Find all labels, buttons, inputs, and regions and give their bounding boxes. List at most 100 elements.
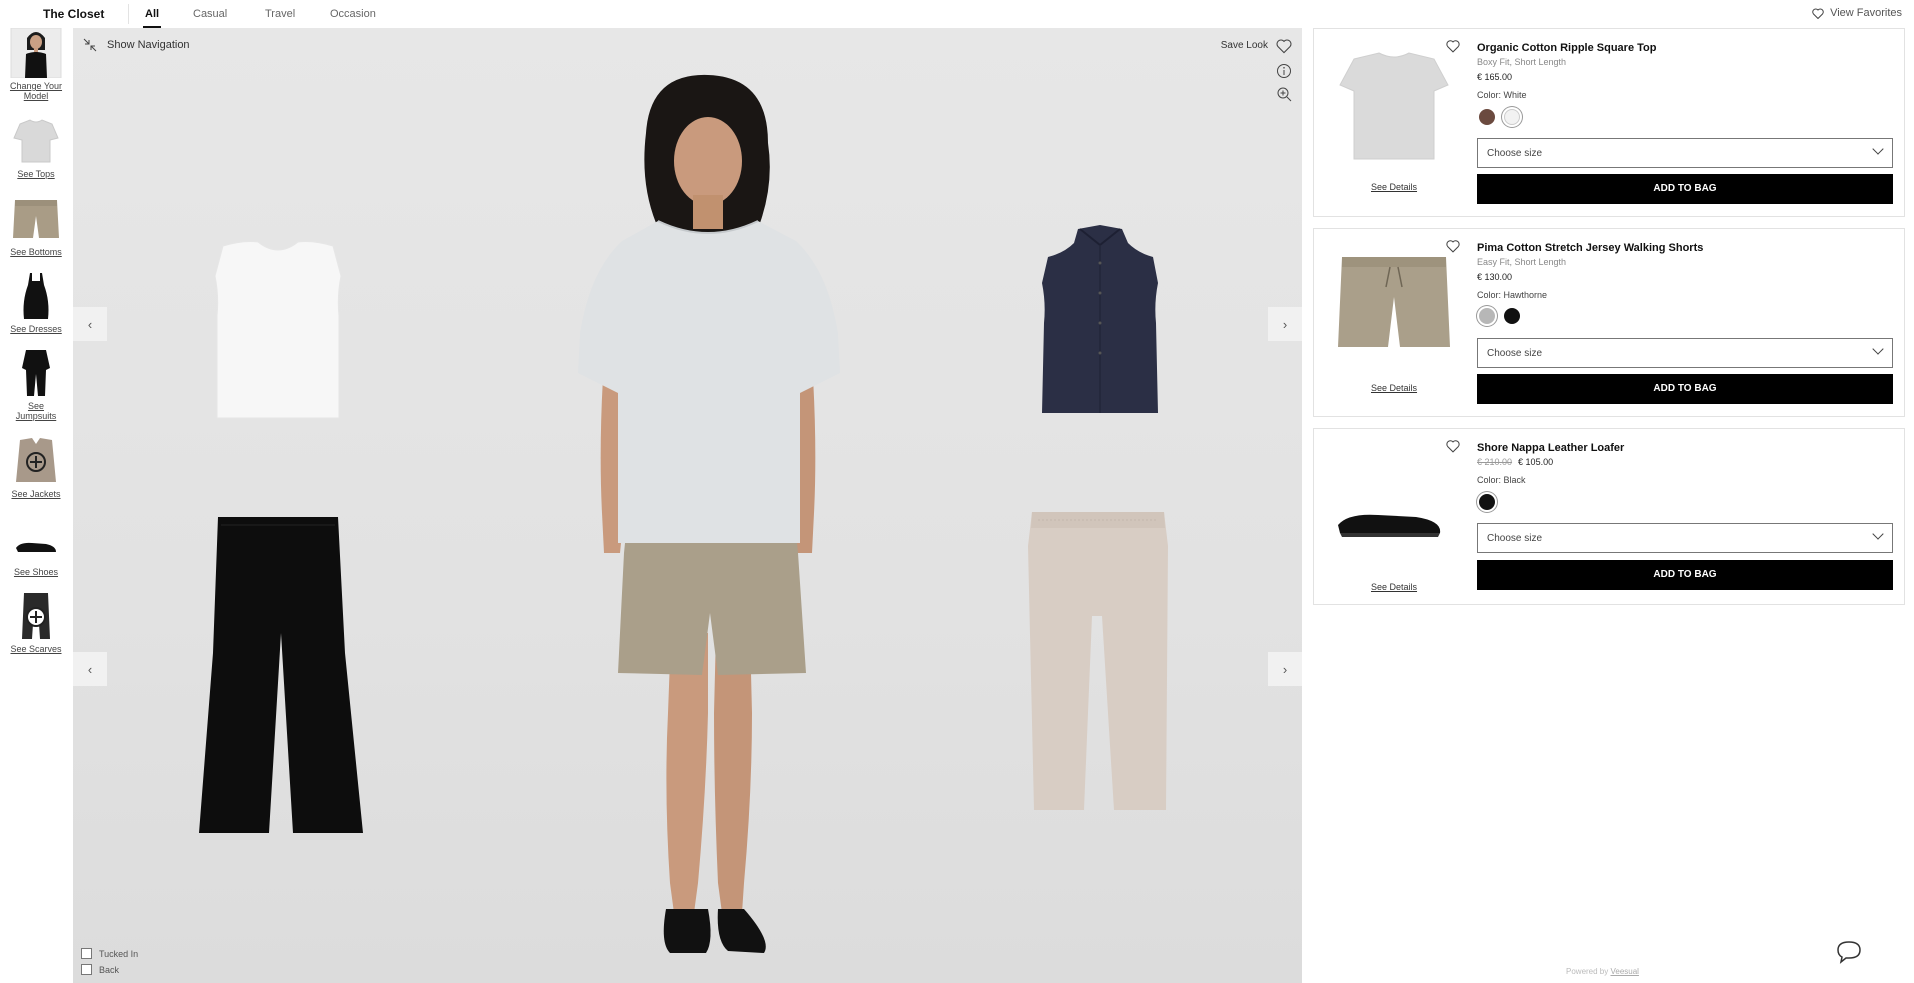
product-card: See Details Shore Nappa Leather Loafer €…	[1313, 428, 1905, 605]
sidebar-label-dresses: See Dresses	[10, 324, 62, 334]
size-select-value: Choose size	[1487, 533, 1543, 544]
shoe-thumbnail-icon	[10, 514, 62, 564]
bottoms-next-arrow[interactable]: ›	[1268, 652, 1302, 686]
heart-icon	[1812, 8, 1824, 19]
add-to-bag-button[interactable]: ADD TO BAG	[1477, 374, 1893, 404]
sidebar-item-dresses[interactable]: See Dresses	[0, 271, 72, 334]
zoom-in-icon[interactable]	[1276, 86, 1292, 102]
add-to-bag-button[interactable]: ADD TO BAG	[1477, 560, 1893, 590]
color-swatch-white[interactable]	[1504, 109, 1520, 125]
sidebar-label-tops: See Tops	[17, 169, 55, 179]
size-select[interactable]: Choose size	[1477, 338, 1893, 368]
powered-by-brand-link[interactable]: Veesual	[1610, 967, 1638, 976]
alt-black-wide-pants[interactable]	[193, 513, 368, 838]
chat-bubble-icon[interactable]	[1836, 940, 1862, 964]
size-select-value: Choose size	[1487, 148, 1543, 159]
product-sale-price: € 105.00	[1518, 457, 1554, 467]
shorts-thumbnail-icon	[10, 194, 62, 244]
product-price-block: € 210.00 € 105.00	[1477, 457, 1553, 467]
tucked-in-option[interactable]: Tucked In	[81, 948, 138, 959]
chevron-down-icon	[1872, 343, 1884, 355]
dress-thumbnail-icon	[10, 271, 62, 321]
color-swatch-black[interactable]	[1504, 308, 1520, 324]
alt-white-tank-top[interactable]	[203, 236, 353, 426]
model-figure	[578, 74, 840, 953]
product-name: Shore Nappa Leather Loafer	[1477, 442, 1625, 454]
sidebar-item-change-model[interactable]: Change Your Model	[0, 27, 72, 101]
sidebar-item-jackets[interactable]: See Jackets	[0, 436, 72, 499]
product-name: Pima Cotton Stretch Jersey Walking Short…	[1477, 242, 1704, 254]
back-option[interactable]: Back	[81, 964, 119, 975]
chevron-down-icon	[1872, 143, 1884, 155]
jacket-thumbnail-icon	[10, 436, 62, 486]
product-original-price: € 210.00	[1477, 457, 1513, 467]
sidebar-item-bottoms[interactable]: See Bottoms	[0, 194, 72, 257]
chevron-down-icon	[1872, 528, 1884, 540]
alt-navy-sleeveless-shirt[interactable]	[1028, 223, 1173, 418]
sidebar-label-jackets: See Jackets	[11, 489, 61, 499]
sidebar-item-shoes[interactable]: See Shoes	[0, 514, 72, 577]
product-image-top[interactable]	[1334, 47, 1454, 167]
product-fit: Easy Fit, Short Length	[1477, 257, 1567, 267]
favorite-heart-icon[interactable]	[1446, 239, 1460, 253]
size-select[interactable]: Choose size	[1477, 523, 1893, 553]
color-swatch-brown[interactable]	[1479, 109, 1495, 125]
tab-travel[interactable]: Travel	[265, 8, 295, 20]
tops-prev-arrow[interactable]: ‹	[73, 307, 107, 341]
brand-divider	[128, 4, 129, 24]
product-price: € 165.00	[1477, 72, 1513, 82]
sidebar-item-tops[interactable]: See Tops	[0, 116, 72, 179]
model-thumbnail-icon	[10, 27, 62, 79]
save-heart-icon[interactable]	[1276, 38, 1292, 54]
view-favorites-link[interactable]: View Favorites	[1812, 7, 1902, 19]
back-checkbox[interactable]	[81, 964, 92, 975]
save-look-button[interactable]: Save Look	[1221, 40, 1268, 51]
tab-casual[interactable]: Casual	[193, 8, 227, 20]
favorite-heart-icon[interactable]	[1446, 439, 1460, 453]
size-select[interactable]: Choose size	[1477, 138, 1893, 168]
sidebar-label-change-model: Change Your Model	[9, 81, 63, 101]
favorite-heart-icon[interactable]	[1446, 39, 1460, 53]
product-price: € 130.00	[1477, 272, 1513, 282]
show-navigation-label: Show Navigation	[107, 39, 190, 51]
add-to-bag-button[interactable]: ADD TO BAG	[1477, 174, 1893, 204]
alt-beige-pants[interactable]	[1018, 506, 1178, 816]
product-image-shorts[interactable]	[1334, 247, 1454, 367]
tab-occasion[interactable]: Occasion	[330, 8, 376, 20]
tops-next-arrow[interactable]: ›	[1268, 307, 1302, 341]
powered-by-prefix: Powered by	[1566, 967, 1609, 976]
product-name: Organic Cotton Ripple Square Top	[1477, 42, 1657, 54]
brand-title: The Closet	[43, 7, 105, 21]
show-navigation-toggle[interactable]: Show Navigation	[83, 38, 190, 52]
tucked-in-label: Tucked In	[99, 948, 139, 959]
top-bar: The Closet All Casual Travel Occasion Vi…	[0, 0, 1914, 28]
sidebar-item-jumpsuits[interactable]: See Jumpsuits	[0, 348, 72, 421]
see-details-link[interactable]: See Details	[1371, 182, 1417, 192]
product-color-label: Color: Black	[1477, 475, 1526, 485]
powered-by-footer: Powered by Veesual	[1566, 967, 1639, 976]
view-favorites-label: View Favorites	[1830, 7, 1902, 19]
product-card: See Details Organic Cotton Ripple Square…	[1313, 28, 1905, 217]
sidebar-label-scarves: See Scarves	[10, 644, 62, 654]
sidebar-label-jumpsuits: See Jumpsuits	[15, 401, 57, 421]
color-swatch-hawthorne[interactable]	[1479, 308, 1495, 324]
category-sidebar: Change Your Model See Tops See Bottoms S…	[0, 27, 72, 983]
collapse-icon	[83, 38, 97, 52]
tab-all[interactable]: All	[142, 8, 162, 28]
sidebar-label-bottoms: See Bottoms	[10, 247, 62, 257]
product-color-label: Color: White	[1477, 90, 1527, 100]
size-select-value: Choose size	[1487, 348, 1543, 359]
sidebar-item-scarves[interactable]: See Scarves	[0, 591, 72, 654]
top-thumbnail-icon	[10, 116, 62, 166]
back-label: Back	[99, 964, 120, 975]
product-image-loafer[interactable]	[1334, 469, 1454, 589]
color-swatch-black[interactable]	[1479, 494, 1495, 510]
info-icon[interactable]	[1276, 63, 1292, 79]
see-details-link[interactable]: See Details	[1371, 383, 1417, 393]
scarf-thumbnail-icon	[10, 591, 62, 641]
product-fit: Boxy Fit, Short Length	[1477, 57, 1567, 67]
see-details-link[interactable]: See Details	[1371, 582, 1417, 592]
bottoms-prev-arrow[interactable]: ‹	[73, 652, 107, 686]
tucked-in-checkbox[interactable]	[81, 948, 92, 959]
product-card: See Details Pima Cotton Stretch Jersey W…	[1313, 228, 1905, 417]
